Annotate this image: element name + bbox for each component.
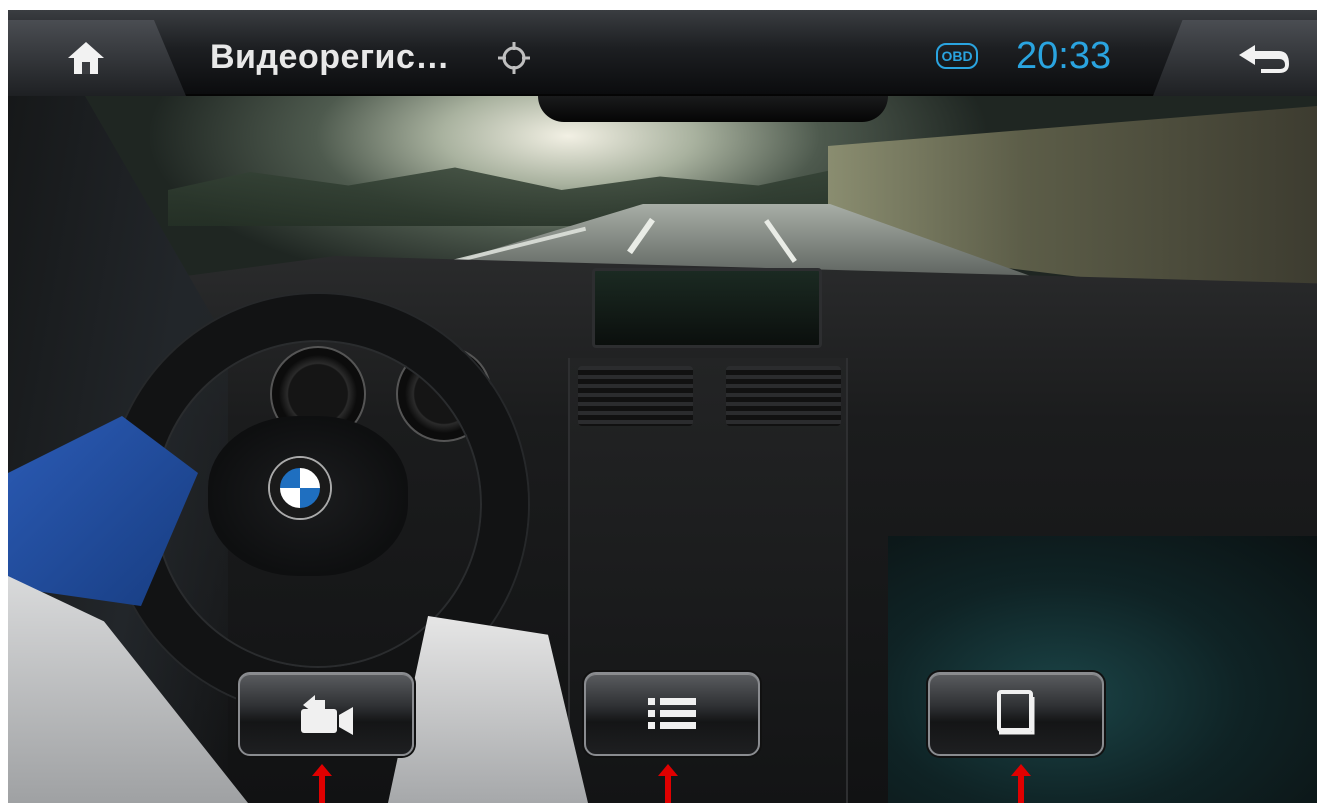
annotation-arrow [1011, 764, 1031, 803]
rear-view-mirror [538, 96, 888, 122]
list-button[interactable] [584, 672, 760, 756]
status-bar: Видеорегис… OBD 20:33 [8, 10, 1317, 96]
home-button[interactable] [8, 20, 186, 96]
crosshair-icon [498, 42, 530, 74]
annotation-arrow [658, 764, 678, 803]
annotation-arrow [312, 764, 332, 803]
folder-button[interactable] [928, 672, 1104, 756]
passenger-footwell [888, 536, 1317, 803]
app-title: Видеорегис… [210, 38, 450, 76]
home-icon [68, 42, 104, 74]
air-vent [578, 366, 693, 426]
camera-record-icon [301, 695, 353, 735]
air-vent [726, 366, 841, 426]
record-button[interactable] [238, 672, 414, 756]
back-arrow-icon [1239, 45, 1289, 73]
brand-logo [270, 458, 330, 518]
clock: 20:33 [1016, 35, 1112, 77]
back-button[interactable] [1153, 20, 1317, 96]
list-icon [648, 698, 696, 729]
head-unit-screen: Видеорегис… OBD 20:33 [8, 10, 1317, 803]
folder-icon [997, 690, 1035, 735]
center-display [592, 268, 822, 348]
obd-badge: OBD [936, 43, 978, 69]
